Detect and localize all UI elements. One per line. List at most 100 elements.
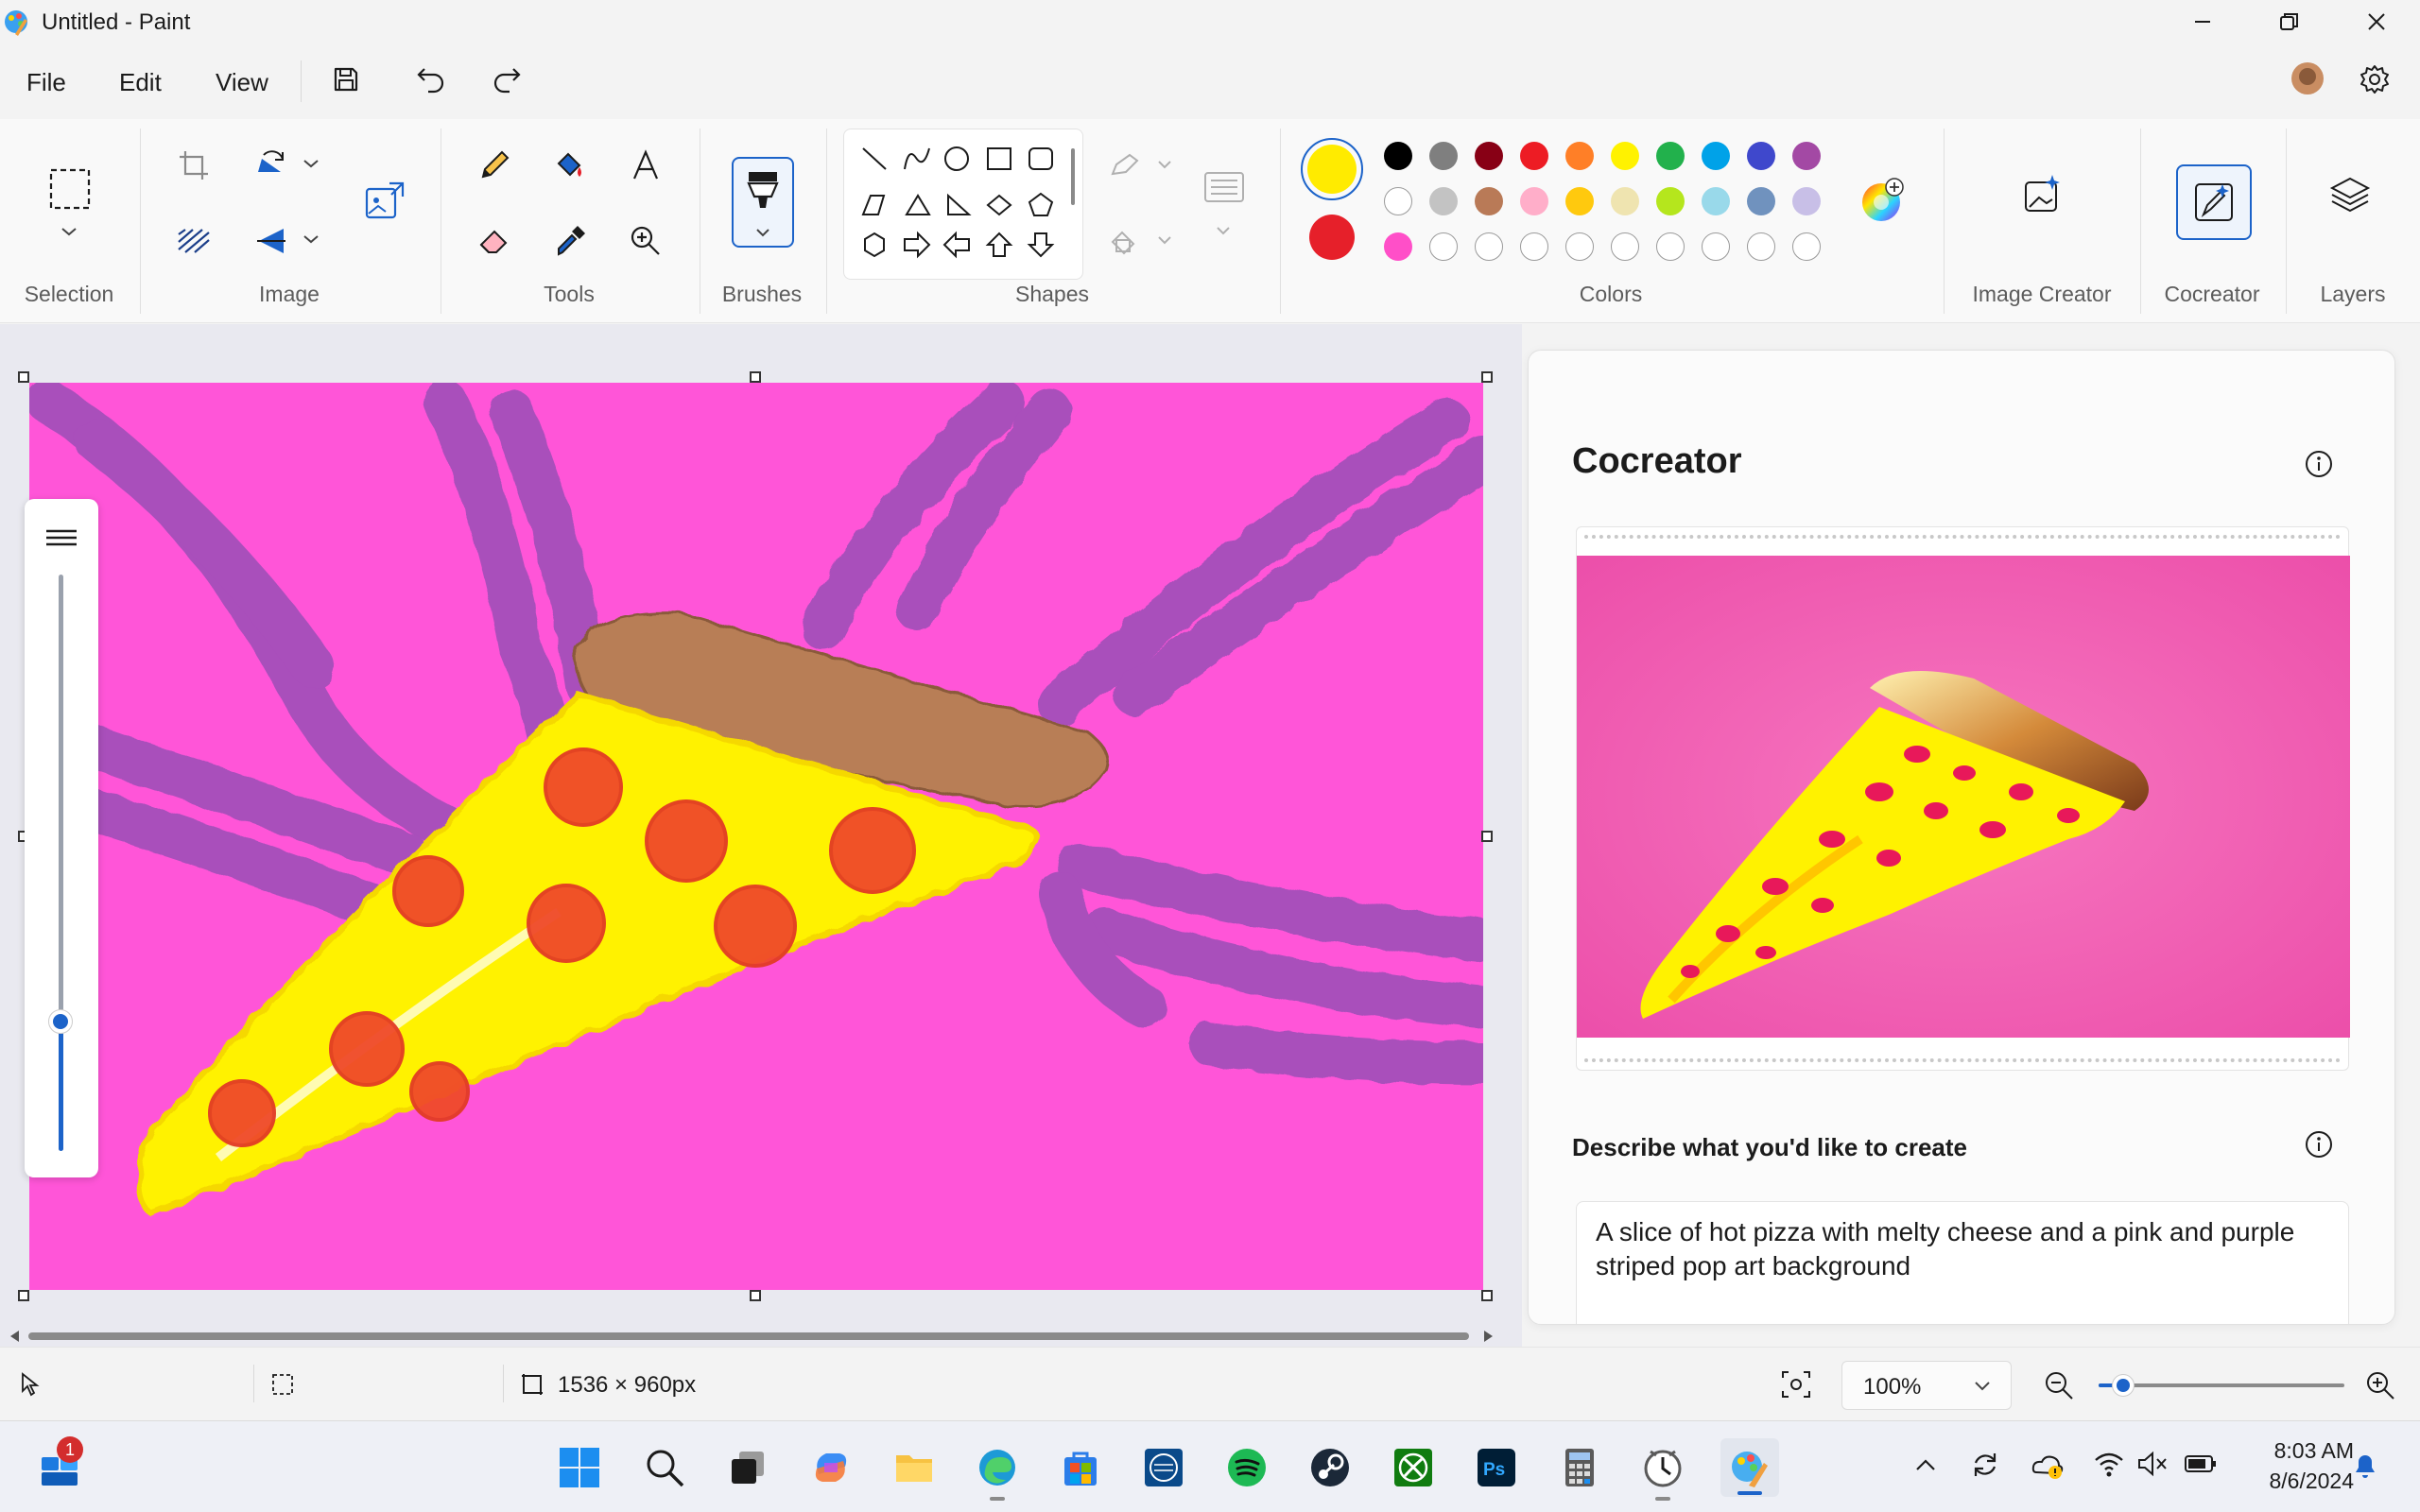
store-button[interactable] bbox=[1055, 1442, 1106, 1493]
color-swatch[interactable] bbox=[1792, 142, 1821, 170]
widgets-button[interactable]: 1 bbox=[34, 1436, 85, 1493]
dell-button[interactable] bbox=[1138, 1442, 1189, 1493]
color-swatch[interactable] bbox=[1384, 142, 1412, 170]
color-swatch[interactable] bbox=[1611, 187, 1639, 215]
secondary-color-button[interactable] bbox=[1309, 215, 1355, 260]
chevron-down-icon[interactable] bbox=[59, 225, 79, 238]
notifications-button[interactable] bbox=[2350, 1450, 2380, 1482]
custom-color-slot[interactable] bbox=[1611, 232, 1639, 261]
wifi-icon[interactable] bbox=[2093, 1450, 2125, 1478]
paint-taskbar-button[interactable] bbox=[1720, 1438, 1779, 1497]
resize-handle[interactable] bbox=[750, 371, 761, 383]
brushes-button[interactable] bbox=[732, 157, 794, 248]
shape-fill-button[interactable] bbox=[1102, 217, 1150, 265]
text-button[interactable] bbox=[622, 142, 669, 189]
color-swatch[interactable] bbox=[1792, 187, 1821, 215]
start-button[interactable] bbox=[554, 1442, 605, 1493]
color-swatch[interactable] bbox=[1520, 187, 1548, 215]
search-button[interactable] bbox=[639, 1442, 690, 1493]
chevron-down-icon[interactable] bbox=[301, 232, 321, 246]
color-swatch[interactable] bbox=[1429, 187, 1458, 215]
generated-image-frame[interactable] bbox=[1576, 526, 2350, 1071]
color-swatch[interactable] bbox=[1565, 142, 1594, 170]
custom-color-slot[interactable] bbox=[1475, 232, 1503, 261]
custom-color-slot[interactable] bbox=[1656, 232, 1685, 261]
chevron-down-icon[interactable] bbox=[1155, 234, 1174, 246]
zoom-dropdown[interactable]: 100% bbox=[1841, 1361, 2012, 1410]
resize-handle[interactable] bbox=[1481, 1290, 1493, 1301]
settings-button[interactable] bbox=[2352, 57, 2397, 102]
info-icon[interactable] bbox=[2304, 449, 2334, 479]
custom-color-slot[interactable] bbox=[1792, 232, 1821, 261]
clock-button[interactable] bbox=[1637, 1442, 1688, 1501]
color-swatch[interactable] bbox=[1702, 187, 1730, 215]
copilot-button[interactable] bbox=[805, 1442, 856, 1493]
minimize-button[interactable] bbox=[2159, 0, 2246, 43]
file-explorer-button[interactable] bbox=[889, 1442, 940, 1493]
info-icon[interactable] bbox=[2304, 1129, 2334, 1160]
sync-icon[interactable] bbox=[1970, 1450, 2000, 1480]
undo-button[interactable] bbox=[408, 57, 454, 102]
chevron-down-icon[interactable] bbox=[301, 157, 321, 170]
fill-button[interactable] bbox=[546, 142, 594, 189]
menu-file[interactable]: File bbox=[26, 68, 66, 97]
chevron-down-icon[interactable] bbox=[1214, 225, 1233, 236]
color-swatch[interactable] bbox=[1384, 187, 1412, 215]
color-swatch[interactable] bbox=[1656, 187, 1685, 215]
show-hidden-icons-button[interactable] bbox=[1913, 1455, 1938, 1474]
calculator-button[interactable] bbox=[1554, 1442, 1605, 1493]
close-button[interactable] bbox=[2333, 0, 2420, 43]
color-swatch[interactable] bbox=[1611, 142, 1639, 170]
custom-color-slot[interactable] bbox=[1520, 232, 1548, 261]
shapes-gallery[interactable] bbox=[843, 129, 1083, 280]
color-swatch[interactable] bbox=[1475, 187, 1503, 215]
zoom-slider-thumb[interactable] bbox=[2112, 1374, 2135, 1397]
select-rectangle-button[interactable] bbox=[45, 164, 95, 214]
resize-handle[interactable] bbox=[750, 1290, 761, 1301]
cocreator-button[interactable] bbox=[2176, 164, 2252, 240]
photoshop-button[interactable]: Ps bbox=[1471, 1442, 1522, 1493]
avatar[interactable] bbox=[2291, 62, 2324, 94]
menu-edit[interactable]: Edit bbox=[119, 68, 162, 97]
clock-date[interactable]: 8/6/2024 bbox=[2227, 1469, 2354, 1494]
line-width-button[interactable] bbox=[1201, 164, 1248, 212]
color-swatch[interactable] bbox=[1429, 142, 1458, 170]
xbox-button[interactable] bbox=[1388, 1442, 1439, 1493]
color-swatch[interactable] bbox=[1520, 142, 1548, 170]
remove-background-button[interactable] bbox=[170, 217, 217, 265]
volume-muted-icon[interactable] bbox=[2136, 1450, 2169, 1478]
color-swatch[interactable] bbox=[1656, 142, 1685, 170]
color-swatch[interactable] bbox=[1747, 187, 1775, 215]
flip-button[interactable] bbox=[248, 217, 295, 265]
battery-icon[interactable] bbox=[2184, 1452, 2218, 1476]
scroll-left-arrow[interactable] bbox=[8, 1329, 21, 1344]
resize-handle[interactable] bbox=[1481, 371, 1493, 383]
zoom-slider[interactable] bbox=[2099, 1374, 2344, 1397]
color-swatch[interactable] bbox=[1702, 142, 1730, 170]
resize-handle[interactable] bbox=[18, 371, 29, 383]
redo-button[interactable] bbox=[484, 57, 529, 102]
magnifier-button[interactable] bbox=[622, 217, 669, 265]
menu-view[interactable]: View bbox=[216, 68, 268, 97]
custom-color-slot[interactable] bbox=[1429, 232, 1458, 261]
resize-button[interactable] bbox=[361, 178, 408, 225]
custom-color-slot[interactable] bbox=[1565, 232, 1594, 261]
image-creator-button[interactable] bbox=[2017, 170, 2066, 219]
drawing-canvas[interactable] bbox=[29, 383, 1483, 1290]
clock-time[interactable]: 8:03 AM bbox=[2227, 1438, 2354, 1464]
zoom-out-button[interactable] bbox=[2044, 1370, 2074, 1400]
custom-color-slot[interactable] bbox=[1702, 232, 1730, 261]
edge-button[interactable] bbox=[972, 1442, 1023, 1501]
scroll-right-arrow[interactable] bbox=[1482, 1329, 1495, 1344]
color-swatch[interactable] bbox=[1565, 187, 1594, 215]
resize-handle[interactable] bbox=[1481, 831, 1493, 842]
horizontal-scrollbar[interactable] bbox=[28, 1332, 1469, 1340]
prompt-input[interactable]: A slice of hot pizza with melty cheese a… bbox=[1576, 1201, 2349, 1324]
layers-button[interactable] bbox=[2325, 170, 2375, 219]
zoom-in-button[interactable] bbox=[2365, 1370, 2395, 1400]
rotate-button[interactable] bbox=[248, 142, 295, 189]
fit-to-window-button[interactable] bbox=[1781, 1370, 1811, 1399]
brush-size-thumb[interactable] bbox=[48, 1009, 73, 1034]
task-view-button[interactable] bbox=[722, 1442, 773, 1493]
spotify-button[interactable] bbox=[1221, 1442, 1272, 1493]
